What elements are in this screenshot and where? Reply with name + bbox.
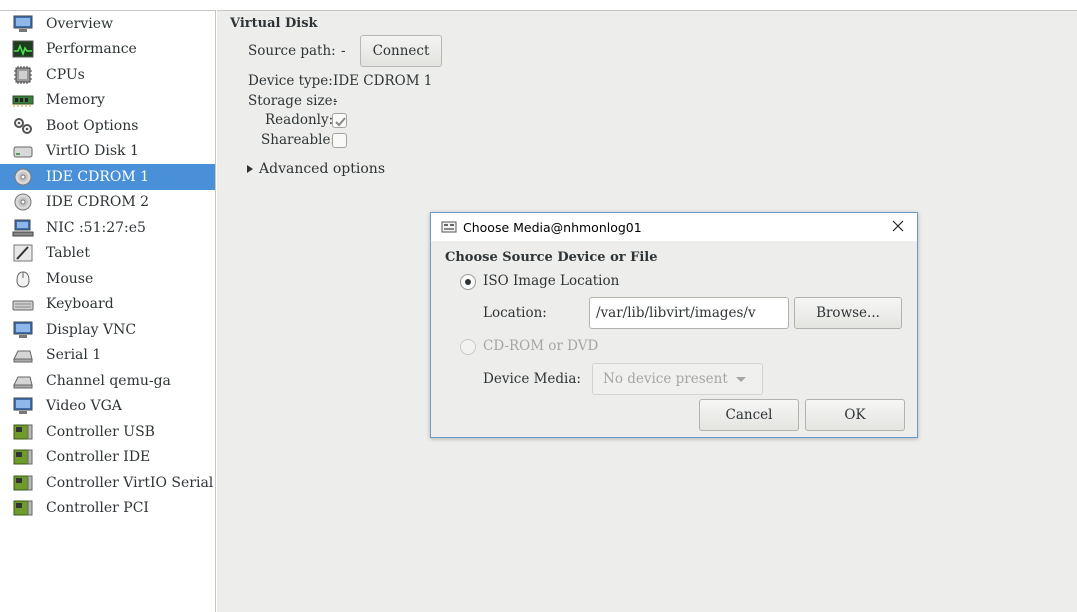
device-type-label: Device type: bbox=[248, 73, 333, 89]
sidebar-item-label: CPUs bbox=[46, 66, 85, 83]
sidebar-item[interactable]: Tablet bbox=[0, 241, 215, 267]
sidebar-item[interactable]: Controller USB bbox=[0, 419, 215, 445]
controller-card-icon bbox=[12, 498, 34, 518]
sidebar-item[interactable]: Video VGA bbox=[0, 394, 215, 420]
cdrom-icon bbox=[12, 192, 34, 212]
sidebar-item-label: Controller VirtIO Serial bbox=[46, 474, 214, 491]
sidebar-item[interactable]: IDE CDROM 1 bbox=[0, 164, 215, 190]
connect-button[interactable]: Connect bbox=[360, 35, 442, 67]
cdrom-icon bbox=[12, 167, 34, 187]
chevron-down-icon bbox=[735, 376, 746, 382]
storage-size-label: Storage size: bbox=[248, 93, 338, 109]
keyboard-icon bbox=[12, 294, 34, 314]
sidebar-item-label: Display VNC bbox=[46, 321, 137, 338]
sidebar-item-label: Overview bbox=[46, 15, 114, 32]
shareable-checkbox[interactable] bbox=[332, 133, 347, 148]
device-media-select[interactable]: No device present bbox=[592, 363, 763, 395]
dialog-titlebar[interactable]: Choose Media@nhmonlog01 bbox=[431, 213, 917, 241]
source-path-value: - bbox=[341, 43, 346, 59]
sidebar-item[interactable]: Controller IDE bbox=[0, 445, 215, 471]
storage-size-value: - bbox=[333, 93, 338, 109]
expander-arrow-icon bbox=[247, 165, 253, 173]
device-media-label: Device Media: bbox=[483, 371, 581, 387]
sidebar-item-label: VirtIO Disk 1 bbox=[46, 143, 139, 160]
controller-card-icon bbox=[12, 473, 34, 493]
close-icon[interactable] bbox=[889, 217, 907, 235]
source-path-label: Source path: bbox=[248, 43, 336, 59]
sidebar-item[interactable]: Mouse bbox=[0, 266, 215, 292]
channel-icon bbox=[12, 371, 34, 391]
checkmark-icon bbox=[335, 117, 346, 127]
dialog-heading: Choose Source Device or File bbox=[445, 250, 658, 265]
readonly-checkbox[interactable] bbox=[332, 113, 347, 128]
sidebar-item[interactable]: Memory bbox=[0, 88, 215, 114]
sidebar-item[interactable]: IDE CDROM 2 bbox=[0, 190, 215, 216]
sidebar-item-label: Memory bbox=[46, 92, 105, 109]
sidebar-item-label: NIC :51:27:e5 bbox=[46, 219, 146, 236]
sidebar-item[interactable]: Keyboard bbox=[0, 292, 215, 318]
browse-button[interactable]: Browse... bbox=[794, 297, 902, 329]
controller-card-icon bbox=[12, 422, 34, 442]
cdrom-dvd-label: CD-ROM or DVD bbox=[483, 338, 599, 354]
sidebar-item-label: Boot Options bbox=[46, 117, 139, 134]
hardware-list: Overview Performance CPUs Memory Boot Option… bbox=[0, 10, 216, 612]
cpu-chip-icon bbox=[12, 65, 34, 85]
sidebar-item-label: Controller USB bbox=[46, 423, 155, 440]
sidebar-item-label: IDE CDROM 1 bbox=[46, 168, 150, 185]
serial-port-icon bbox=[12, 345, 34, 365]
sidebar-item-label: Controller PCI bbox=[46, 500, 149, 517]
device-media-value: No device present bbox=[603, 371, 728, 387]
window-app-icon bbox=[441, 221, 457, 233]
iso-image-radio[interactable] bbox=[460, 274, 476, 290]
ok-button[interactable]: OK bbox=[805, 399, 905, 431]
shareable-label: Shareable: bbox=[261, 132, 335, 148]
section-title: Virtual Disk bbox=[230, 16, 318, 31]
sidebar-item[interactable]: Channel qemu-ga bbox=[0, 368, 215, 394]
sidebar-item[interactable]: Controller PCI bbox=[0, 496, 215, 522]
hard-disk-icon bbox=[12, 141, 34, 161]
mouse-icon bbox=[12, 269, 34, 289]
advanced-options-expander[interactable]: Advanced options bbox=[247, 161, 385, 177]
location-input[interactable]: /var/lib/libvirt/images/v bbox=[589, 297, 789, 329]
sidebar-item[interactable]: Controller VirtIO Serial bbox=[0, 470, 215, 496]
sidebar-item[interactable]: NIC :51:27:e5 bbox=[0, 215, 215, 241]
sidebar-item[interactable]: Performance bbox=[0, 37, 215, 63]
network-card-icon bbox=[12, 218, 34, 238]
sidebar-item[interactable]: Serial 1 bbox=[0, 343, 215, 369]
sidebar-item-label: Controller IDE bbox=[46, 449, 151, 466]
cdrom-dvd-radio[interactable] bbox=[460, 339, 476, 355]
performance-graph-icon bbox=[12, 39, 34, 59]
sidebar-item-label: IDE CDROM 2 bbox=[46, 194, 150, 211]
dialog-title: Choose Media@nhmonlog01 bbox=[463, 219, 642, 235]
sidebar-item-label: Performance bbox=[46, 41, 137, 58]
advanced-options-label: Advanced options bbox=[259, 161, 386, 177]
sidebar-item-label: Video VGA bbox=[46, 398, 122, 415]
iso-image-label: ISO Image Location bbox=[483, 273, 620, 289]
memory-stick-icon bbox=[12, 90, 34, 110]
video-monitor-icon bbox=[12, 396, 34, 416]
controller-card-icon bbox=[12, 447, 34, 467]
gears-icon bbox=[12, 116, 34, 136]
sidebar-item-label: Tablet bbox=[46, 245, 90, 262]
readonly-label: Readonly: bbox=[265, 112, 334, 128]
display-monitor-icon bbox=[12, 320, 34, 340]
cancel-button[interactable]: Cancel bbox=[699, 399, 799, 431]
vm-details-window: Overview Performance CPUs Memory Boot Option… bbox=[0, 0, 1077, 612]
sidebar-item[interactable]: CPUs bbox=[0, 62, 215, 88]
device-type-value: IDE CDROM 1 bbox=[333, 73, 433, 89]
sidebar-item-label: Channel qemu-ga bbox=[46, 372, 171, 389]
sidebar-item[interactable]: Overview bbox=[0, 11, 215, 37]
location-label: Location: bbox=[483, 305, 547, 321]
sidebar-item[interactable]: Boot Options bbox=[0, 113, 215, 139]
sidebar-item-label: Serial 1 bbox=[46, 347, 102, 364]
sidebar-item-label: Keyboard bbox=[46, 296, 114, 313]
sidebar-item-label: Mouse bbox=[46, 270, 94, 287]
choose-media-dialog: Choose Media@nhmonlog01 Choose Source De… bbox=[430, 212, 918, 438]
overview-monitor-icon bbox=[12, 14, 34, 34]
sidebar-item[interactable]: VirtIO Disk 1 bbox=[0, 139, 215, 165]
tablet-pen-icon bbox=[12, 243, 34, 263]
sidebar-item[interactable]: Display VNC bbox=[0, 317, 215, 343]
